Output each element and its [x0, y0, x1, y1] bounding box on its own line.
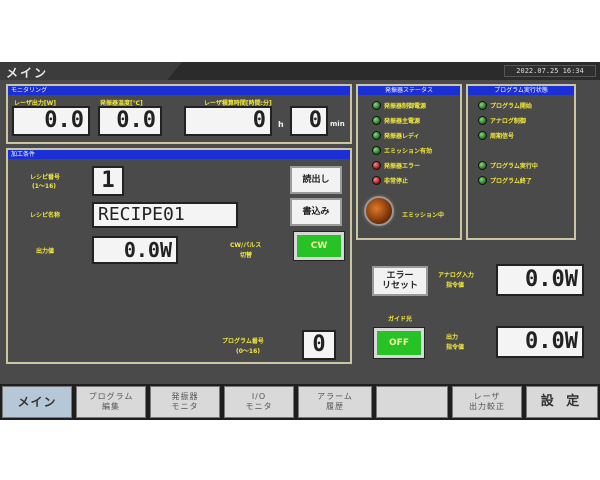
mode-label-line1: CW/パルス: [230, 242, 262, 249]
guide-light-label: ガイド光: [388, 316, 413, 323]
nav-empty-slot[interactable]: [376, 386, 448, 418]
status-oscillator-error: 発振器エラー: [372, 159, 420, 171]
cw-pulse-toggle[interactable]: CW: [293, 231, 345, 261]
status-control-power: 発振器制御電源: [372, 99, 426, 111]
led-indicator-icon: [478, 130, 487, 140]
nav-laser-calibration[interactable]: レーザ 出力較正: [452, 386, 522, 418]
recipe-no-range: (1〜16): [32, 183, 57, 190]
datetime-display: 2022.07.25 16:34: [504, 65, 596, 77]
minutes-display: 0: [290, 106, 328, 136]
nav-oscillator-monitor[interactable]: 発振器 モニタ: [150, 386, 220, 418]
bottom-nav: メイン プログラム 編集 発振器 モニタ I/O モニタ アラーム 履歴 レーザ…: [0, 384, 600, 420]
emission-label: エミッション中: [402, 212, 445, 219]
led-indicator-icon: [478, 100, 487, 110]
analog-input-label-line2: 指令値: [446, 282, 465, 289]
led-indicator-icon: [478, 175, 487, 185]
error-reset-button[interactable]: エラー リセット: [372, 266, 428, 296]
output-label: 出力値: [36, 248, 55, 255]
program-no-input[interactable]: 0: [302, 330, 336, 360]
hours-display: 0: [184, 106, 272, 136]
processing-panel: 加工条件 レシピ番号 (1〜16) 1 レシピ名称 RECIPE01 出力値 0…: [6, 148, 352, 364]
status-periodic-signal: 周期信号: [478, 129, 514, 141]
recipe-name-label: レシピ名称: [30, 212, 61, 219]
program-no-range: (0〜16): [236, 348, 261, 355]
nav-alarm-history[interactable]: アラーム 履歴: [298, 386, 372, 418]
status-emergency-stop: 非常停止: [372, 174, 408, 186]
nav-main[interactable]: メイン: [2, 386, 72, 418]
status-emission-enabled: エミッション有効: [372, 144, 432, 156]
recipe-no-label: レシピ番号: [30, 174, 61, 181]
program-no-label: プログラム番号: [222, 338, 264, 345]
status-analog-control: アナログ制御: [478, 114, 526, 126]
output-cmd-label-line2: 指令値: [446, 344, 465, 351]
led-indicator-icon: [478, 160, 487, 170]
output-cmd-display: 0.0W: [496, 326, 584, 358]
hours-unit: h: [278, 120, 284, 129]
monitoring-panel: モニタリング レーザ出力[W] 0.0 発振器温度[℃] 0.0 レーザ積算時間…: [6, 84, 352, 144]
page-title: メイン: [0, 62, 182, 80]
minutes-unit: min: [330, 120, 345, 128]
analog-input-label-line1: アナログ入力: [438, 272, 474, 279]
led-indicator-icon: [372, 130, 381, 140]
hmi-screen: メイン 2022.07.25 16:34 モニタリング レーザ出力[W] 0.0…: [0, 62, 600, 420]
nav-settings[interactable]: 設 定: [526, 386, 598, 418]
write-button[interactable]: 書込み: [290, 198, 342, 226]
program-status-title: プログラム実行状態: [468, 86, 574, 95]
mode-label-line2: 切替: [240, 252, 253, 259]
processing-title: 加工条件: [8, 150, 350, 159]
led-indicator-icon: [372, 160, 381, 170]
led-indicator-icon: [372, 145, 381, 155]
led-indicator-icon: [372, 175, 381, 185]
title-bar: メイン 2022.07.25 16:34: [0, 62, 600, 80]
led-indicator-icon: [478, 115, 487, 125]
read-button[interactable]: 読出し: [290, 166, 342, 194]
oscillator-status-panel: 発振器ステータス 発振器制御電源 発振器主電源 発振器レディ エミッション有効 …: [356, 84, 462, 240]
laser-output-display: 0.0: [12, 106, 90, 136]
status-program-start: プログラム開始: [478, 99, 532, 111]
analog-input-display: 0.0W: [496, 264, 584, 296]
status-program-end: プログラム終了: [478, 174, 532, 186]
recipe-name-input[interactable]: RECIPE01: [92, 202, 238, 228]
monitoring-title: モニタリング: [8, 86, 350, 95]
output-value-input[interactable]: 0.0W: [92, 236, 178, 264]
program-status-panel: プログラム実行状態 プログラム開始 アナログ制御 周期信号 プログラム実行中 プ…: [466, 84, 576, 240]
status-main-power: 発振器主電源: [372, 114, 420, 126]
emission-lamp-icon: [364, 196, 394, 226]
nav-program-edit[interactable]: プログラム 編集: [76, 386, 146, 418]
recipe-no-input[interactable]: 1: [92, 166, 124, 196]
oscillator-status-title: 発振器ステータス: [358, 86, 460, 95]
nav-io-monitor[interactable]: I/O モニタ: [224, 386, 294, 418]
led-indicator-icon: [372, 115, 381, 125]
led-indicator-icon: [372, 100, 381, 110]
status-program-running: プログラム実行中: [478, 159, 538, 171]
temp-display: 0.0: [98, 106, 162, 136]
output-cmd-label-line1: 出力: [446, 334, 459, 341]
guide-light-toggle[interactable]: OFF: [373, 327, 425, 359]
status-ready: 発振器レディ: [372, 129, 420, 141]
